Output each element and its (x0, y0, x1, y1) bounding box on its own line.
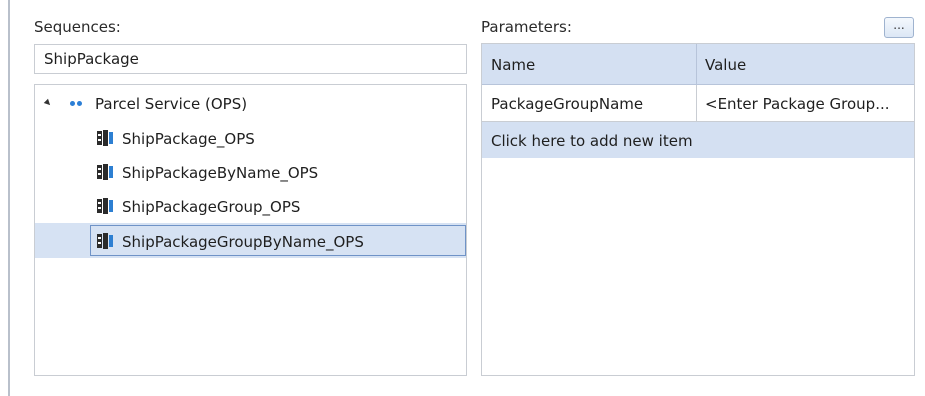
sequence-search-input[interactable] (34, 44, 467, 74)
parameters-label: Parameters: (481, 18, 572, 36)
tree-node-label: ShipPackageByName_OPS (122, 164, 319, 182)
sequence-tree[interactable]: Parcel Service (OPS) ShipPackage_OPS Shi… (34, 84, 467, 376)
cell-separator (696, 85, 697, 121)
tree-node-shippackage-ops[interactable]: ShipPackage_OPS (35, 122, 466, 154)
more-options-button[interactable]: ... (884, 17, 914, 38)
grid-header: Name Value (482, 44, 914, 85)
column-separator[interactable] (696, 44, 697, 84)
table-row[interactable]: PackageGroupName <Enter Package Group... (482, 85, 914, 121)
sequence-icon (97, 198, 114, 214)
tree-node-label: ShipPackage_OPS (122, 130, 255, 148)
service-dots-icon (70, 101, 84, 107)
param-name-cell[interactable]: PackageGroupName (491, 95, 691, 113)
param-value-cell[interactable]: <Enter Package Group... (705, 95, 911, 113)
add-new-item-row[interactable]: Click here to add new item (482, 122, 914, 158)
sequence-icon (97, 164, 114, 180)
tree-node-label: ShipPackageGroupByName_OPS (122, 233, 364, 251)
tree-node-parcel-service[interactable]: Parcel Service (OPS) (35, 87, 466, 119)
tree-node-shippackagebyname-ops[interactable]: ShipPackageByName_OPS (35, 156, 466, 188)
sequences-label: Sequences: (34, 18, 121, 36)
column-header-value[interactable]: Value (705, 56, 746, 74)
column-header-name[interactable]: Name (491, 56, 535, 74)
sequence-icon (97, 130, 114, 146)
tree-node-shippackagegroup-ops[interactable]: ShipPackageGroup_OPS (35, 190, 466, 222)
parameters-grid[interactable]: Name Value PackageGroupName <Enter Packa… (481, 43, 915, 376)
add-new-item-label: Click here to add new item (491, 132, 693, 150)
sequence-icon (97, 233, 114, 249)
tree-node-label: ShipPackageGroup_OPS (122, 198, 301, 216)
tree-node-shippackagegroupbyname-ops[interactable]: ShipPackageGroupByName_OPS (35, 225, 466, 257)
left-divider (8, 0, 10, 396)
tree-node-label: Parcel Service (OPS) (95, 95, 248, 113)
expand-triangle-icon[interactable] (43, 98, 53, 108)
